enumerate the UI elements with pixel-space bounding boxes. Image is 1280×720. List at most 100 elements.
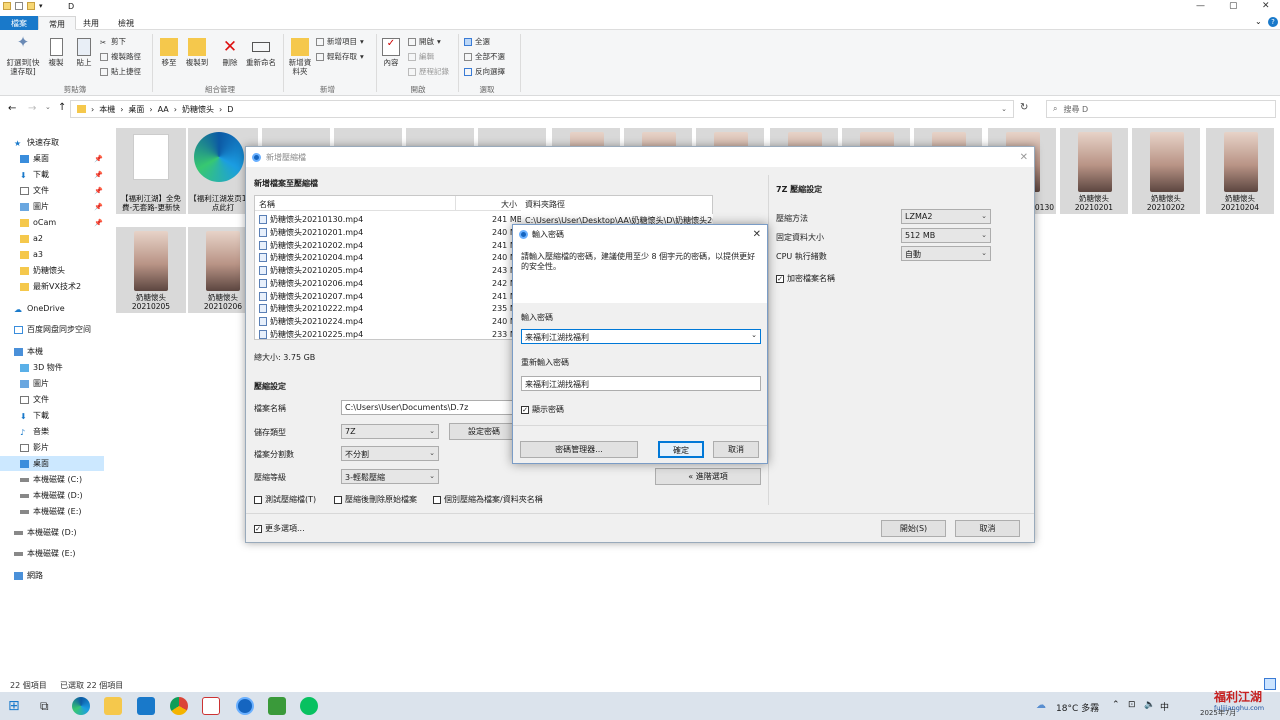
nav-quick-item[interactable]: a2	[20, 231, 124, 246]
dictionary-select[interactable]: 512 MB ⌄	[901, 228, 991, 243]
file-tile[interactable]: 【福利江湖】全免費-无套路-更新快	[116, 128, 186, 214]
new-folder-button[interactable]: 新增資料夾	[287, 38, 313, 76]
task-view-icon[interactable]: ⧉	[40, 697, 58, 715]
properties-icon[interactable]	[15, 2, 23, 10]
password-input[interactable]: 来福利江湖找福利 ⌄	[521, 329, 761, 344]
tab-file[interactable]: 檔案	[0, 16, 38, 30]
list-item[interactable]: 奶糖懷头20210205.mp4	[259, 265, 363, 276]
method-select[interactable]: LZMA2 ⌄	[901, 209, 991, 224]
nav-onedrive[interactable]: ☁ OneDrive	[14, 301, 118, 316]
test-archive-checkbox[interactable]: 測試壓縮檔(T)	[254, 494, 316, 505]
select-all-button[interactable]: 全選	[464, 36, 490, 47]
file-list[interactable]: 名稱 大小 奶糖懷头20210130.mp4 奶糖懷头20210201.mp4 …	[254, 195, 526, 340]
volume-icon[interactable]: 🔈	[1144, 700, 1155, 710]
select-none-button[interactable]: 全部不選	[464, 51, 505, 62]
nav-quick-item[interactable]: a3	[20, 247, 124, 262]
maximize-button[interactable]: ▢	[1229, 1, 1238, 11]
set-password-button[interactable]: 設定密碼	[449, 423, 519, 440]
more-options-checkbox[interactable]: ✓ 更多選項...	[254, 523, 305, 534]
chevron-down-icon[interactable]: ⌄	[45, 103, 51, 111]
show-password-checkbox[interactable]: ✓ 顯示密碼	[521, 404, 564, 415]
new-item-button[interactable]: 新增項目 ▾	[316, 36, 364, 47]
chrome-icon[interactable]	[170, 697, 188, 715]
close-button[interactable]: ✕	[1262, 1, 1270, 11]
nav-pc-item[interactable]: 圖片	[20, 376, 124, 391]
nav-network[interactable]: 網路	[14, 568, 118, 583]
edge-icon[interactable]	[72, 697, 90, 715]
nav-this-pc[interactable]: 本機	[14, 344, 118, 359]
input-method-icon[interactable]: 中	[1160, 700, 1169, 713]
chevron-down-icon[interactable]: ⌄	[1001, 105, 1007, 113]
chevron-up-icon[interactable]: ⌃	[1112, 700, 1120, 710]
video-tile[interactable]: 奶糖懷头 20210202	[1132, 128, 1200, 214]
breadcrumb-aa[interactable]: AA	[158, 105, 169, 114]
password-cancel-button[interactable]: 取消	[713, 441, 759, 458]
start-button[interactable]: 開始(S)	[881, 520, 946, 537]
copy-button[interactable]: 複製	[44, 38, 68, 67]
nav-pc-item[interactable]: 文件	[20, 392, 124, 407]
paste-shortcut-button[interactable]: 貼上捷徑	[100, 66, 141, 77]
nav-quick-item[interactable]: 桌面 📌	[20, 151, 124, 166]
help-icon[interactable]: ?	[1268, 17, 1278, 27]
nav-quick-item[interactable]: ⬇ 下載 📌	[20, 167, 124, 182]
address-bar[interactable]: › 本機 › 桌面 › AA › 奶糖懷头 › D ⌄	[70, 100, 1014, 118]
tab-view[interactable]: 檢視	[108, 16, 144, 30]
split-select[interactable]: 不分割 ⌄	[341, 446, 439, 461]
nav-pc-item[interactable]: 本機磁碟 (C:)	[20, 472, 124, 487]
open-button[interactable]: 開啟 ▾	[408, 36, 441, 47]
properties-button[interactable]: ✓ 內容	[380, 38, 402, 67]
list-item[interactable]: 奶糖懷头20210204.mp4	[259, 252, 363, 263]
copy-to-button[interactable]: 複製到	[184, 38, 210, 67]
archiver-app-icon[interactable]	[236, 697, 254, 715]
history-button[interactable]: 歷程記錄	[408, 66, 449, 77]
network-tray-icon[interactable]: ⊡	[1128, 700, 1136, 710]
tab-share[interactable]: 共用	[73, 16, 109, 30]
edit-button[interactable]: 編輯	[408, 51, 434, 62]
up-arrow-icon[interactable]: ↑	[58, 102, 66, 113]
weather-text[interactable]: 18°C 多霧	[1056, 701, 1099, 714]
ok-button[interactable]: 確定	[658, 441, 704, 458]
nav-pc-item[interactable]: 本機磁碟 (D:)	[20, 488, 124, 503]
cancel-button[interactable]: 取消	[955, 520, 1020, 537]
nav-quick-item[interactable]: 文件 📌	[20, 183, 124, 198]
archive-type-select[interactable]: 7Z ⌄	[341, 424, 439, 439]
forward-arrow-icon[interactable]: →	[28, 103, 36, 114]
close-icon[interactable]: ✕	[753, 229, 761, 240]
pin-icon[interactable]: 📌	[94, 219, 118, 227]
nav-baidu[interactable]: 百度网盘同步空间	[14, 322, 118, 337]
move-to-button[interactable]: 移至	[157, 38, 181, 67]
pin-icon[interactable]: 📌	[94, 203, 118, 211]
video-tile[interactable]: 奶糖懷头 20210201	[1060, 128, 1128, 214]
separate-archive-checkbox[interactable]: 個別壓縮為檔案/資料夾名稱	[433, 494, 543, 505]
wechat-icon[interactable]	[300, 697, 318, 715]
new-folder-icon[interactable]	[27, 2, 35, 10]
nav-quick-item[interactable]: 最新VX技术2	[20, 279, 124, 294]
nav-pc-item-selected[interactable]: 桌面	[0, 456, 104, 471]
archive-name-input[interactable]: C:\Users\User\Documents\D.7z	[341, 400, 516, 415]
video-tile[interactable]: 奶糖懷头 20210205	[116, 227, 186, 313]
pdf-icon[interactable]	[202, 697, 220, 715]
cpu-select[interactable]: 自動 ⌄	[901, 246, 991, 261]
nav-pc-item[interactable]: 3D 物件	[20, 360, 124, 375]
nav-pc-item[interactable]: ⬇ 下載	[20, 408, 124, 423]
list-item[interactable]: 奶糖懷头20210202.mp4	[259, 240, 363, 251]
nav-pc-item[interactable]: ♪ 音樂	[20, 424, 124, 439]
column-header-name[interactable]: 名稱	[259, 199, 275, 210]
pin-icon[interactable]: 📌	[94, 187, 118, 195]
nav-drive[interactable]: 本機磁碟 (E:)	[14, 546, 118, 561]
nav-drive[interactable]: 本機磁碟 (D:)	[14, 525, 118, 540]
list-item[interactable]: 奶糖懷头20210222.mp4	[259, 303, 363, 314]
search-box[interactable]: ⌕ 搜尋 D	[1046, 100, 1276, 118]
password-manager-button[interactable]: 密碼管理器...	[520, 441, 638, 458]
mail-icon[interactable]	[137, 697, 155, 715]
chevron-down-icon[interactable]: ⌄	[1255, 17, 1262, 26]
breadcrumb-d[interactable]: D	[227, 105, 233, 114]
pin-quick-access-button[interactable]: ✦ 釘選到[快速存取]	[4, 35, 42, 77]
pin-icon[interactable]: 📌	[94, 155, 118, 163]
nav-quick-item[interactable]: 圖片 📌	[20, 199, 124, 214]
nav-pc-item[interactable]: 影片	[20, 440, 124, 455]
file-explorer-icon[interactable]	[104, 697, 122, 715]
video-tile[interactable]: 奶糖懷头 20210204	[1206, 128, 1274, 214]
chevron-down-icon[interactable]: ⌄	[751, 331, 757, 339]
list-item[interactable]: 奶糖懷头20210225.mp4	[259, 329, 363, 339]
